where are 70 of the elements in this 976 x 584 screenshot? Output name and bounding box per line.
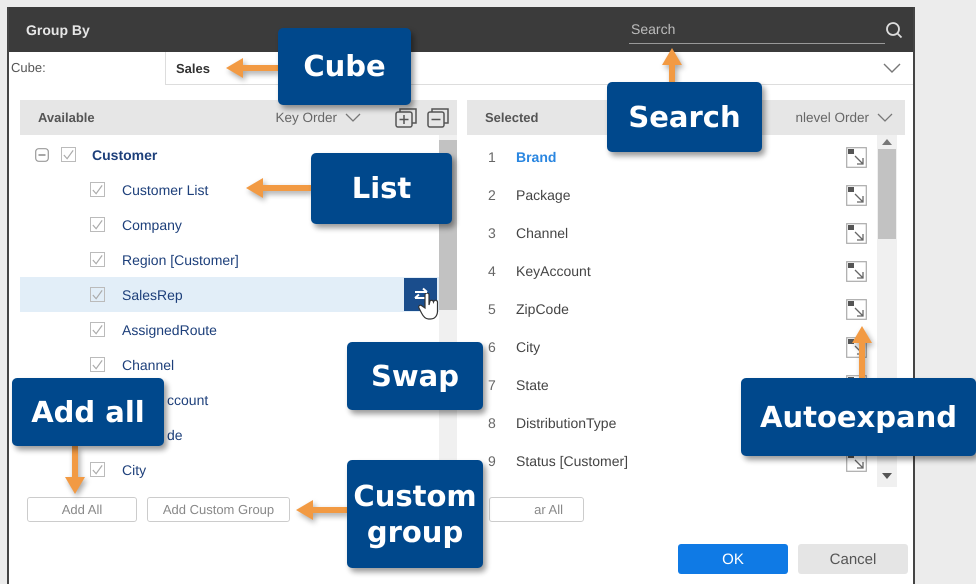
row-number: 9 (488, 453, 497, 469)
callout-arrow-tooltip (226, 58, 278, 78)
search-field[interactable]: Search (629, 16, 885, 44)
callout-arrow-tooltip (246, 178, 311, 198)
hand-cursor-icon (418, 293, 440, 321)
clear-button[interactable]: ar All (489, 497, 584, 522)
cancel-button[interactable]: Cancel (798, 544, 908, 574)
row-number: 1 (488, 149, 497, 165)
checkbox[interactable] (90, 357, 105, 372)
callout-arrow-tooltip (65, 446, 85, 494)
callout-tooltip: Swap (347, 342, 483, 410)
scrollbar-thumb[interactable] (878, 149, 896, 239)
callout-tooltip: Add all (12, 378, 164, 446)
chevron-down-icon (877, 113, 893, 122)
scroll-up-icon[interactable] (882, 139, 892, 145)
callout-tooltip: Custom group (347, 460, 483, 568)
row-number: 3 (488, 225, 497, 241)
list-item[interactable]: Package (516, 187, 570, 203)
list-item[interactable]: State (516, 377, 549, 393)
row-number: 7 (488, 377, 497, 393)
panel-title: Selected (485, 110, 538, 125)
action-button[interactable]: Add Custom Group (147, 497, 290, 522)
collapse-toggle-icon[interactable] (35, 148, 49, 162)
autoexpand-icon[interactable] (846, 146, 867, 168)
checkbox[interactable] (90, 182, 105, 197)
callout-tooltip: List (311, 153, 452, 224)
callout-arrow-tooltip (296, 500, 347, 520)
row-number: 6 (488, 339, 497, 355)
checkbox[interactable] (90, 462, 105, 477)
callout-arrow-tooltip (852, 326, 872, 378)
autoexpand-icon[interactable] (846, 222, 867, 244)
autoexpand-icon[interactable] (846, 298, 867, 320)
callout-tooltip: Search (607, 82, 762, 152)
autoexpand-icon[interactable] (846, 184, 867, 206)
sort-dropdown[interactable]: nlevel Order (795, 110, 893, 125)
list-item[interactable]: City (516, 339, 540, 355)
list-item[interactable]: Channel (516, 225, 568, 241)
row-number: 4 (488, 263, 497, 279)
cube-label: Cube: (10, 59, 47, 77)
collapse-all-icon[interactable] (427, 108, 449, 128)
checkbox[interactable] (61, 147, 76, 162)
row-number: 2 (488, 187, 497, 203)
callout-tooltip: Autoexpand (741, 378, 976, 456)
callout-tooltip: Cube (278, 28, 411, 105)
list-item[interactable]: ZipCode (516, 301, 569, 317)
tree-item[interactable]: Region [Customer] (20, 242, 439, 277)
callout-arrow-tooltip (662, 48, 682, 82)
list-item[interactable]: DistributionType (516, 415, 616, 431)
search-icon[interactable] (885, 20, 903, 38)
sort-dropdown[interactable]: Key Order (275, 110, 361, 125)
tree-item[interactable]: SalesRep (20, 277, 439, 312)
checkbox[interactable] (90, 287, 105, 302)
checkbox[interactable] (90, 322, 105, 337)
checkbox[interactable] (90, 217, 105, 232)
list-item[interactable]: Brand (516, 149, 556, 165)
list-item[interactable]: Status [Customer] (516, 453, 628, 469)
chevron-down-icon (345, 113, 361, 122)
scroll-down-icon[interactable] (882, 473, 892, 479)
list-item[interactable]: KeyAccount (516, 263, 591, 279)
ok-button[interactable]: OK (678, 544, 788, 574)
chevron-down-icon (883, 63, 901, 73)
window-title: Group By (26, 22, 90, 38)
action-button[interactable]: Add All (27, 497, 137, 522)
panel-title: Available (38, 110, 95, 125)
autoexpand-icon[interactable] (846, 260, 867, 282)
row-number: 8 (488, 415, 497, 431)
row-number: 5 (488, 301, 497, 317)
expand-all-icon[interactable] (395, 108, 417, 128)
checkbox[interactable] (90, 252, 105, 267)
tree-group-label[interactable]: Customer (92, 146, 158, 162)
